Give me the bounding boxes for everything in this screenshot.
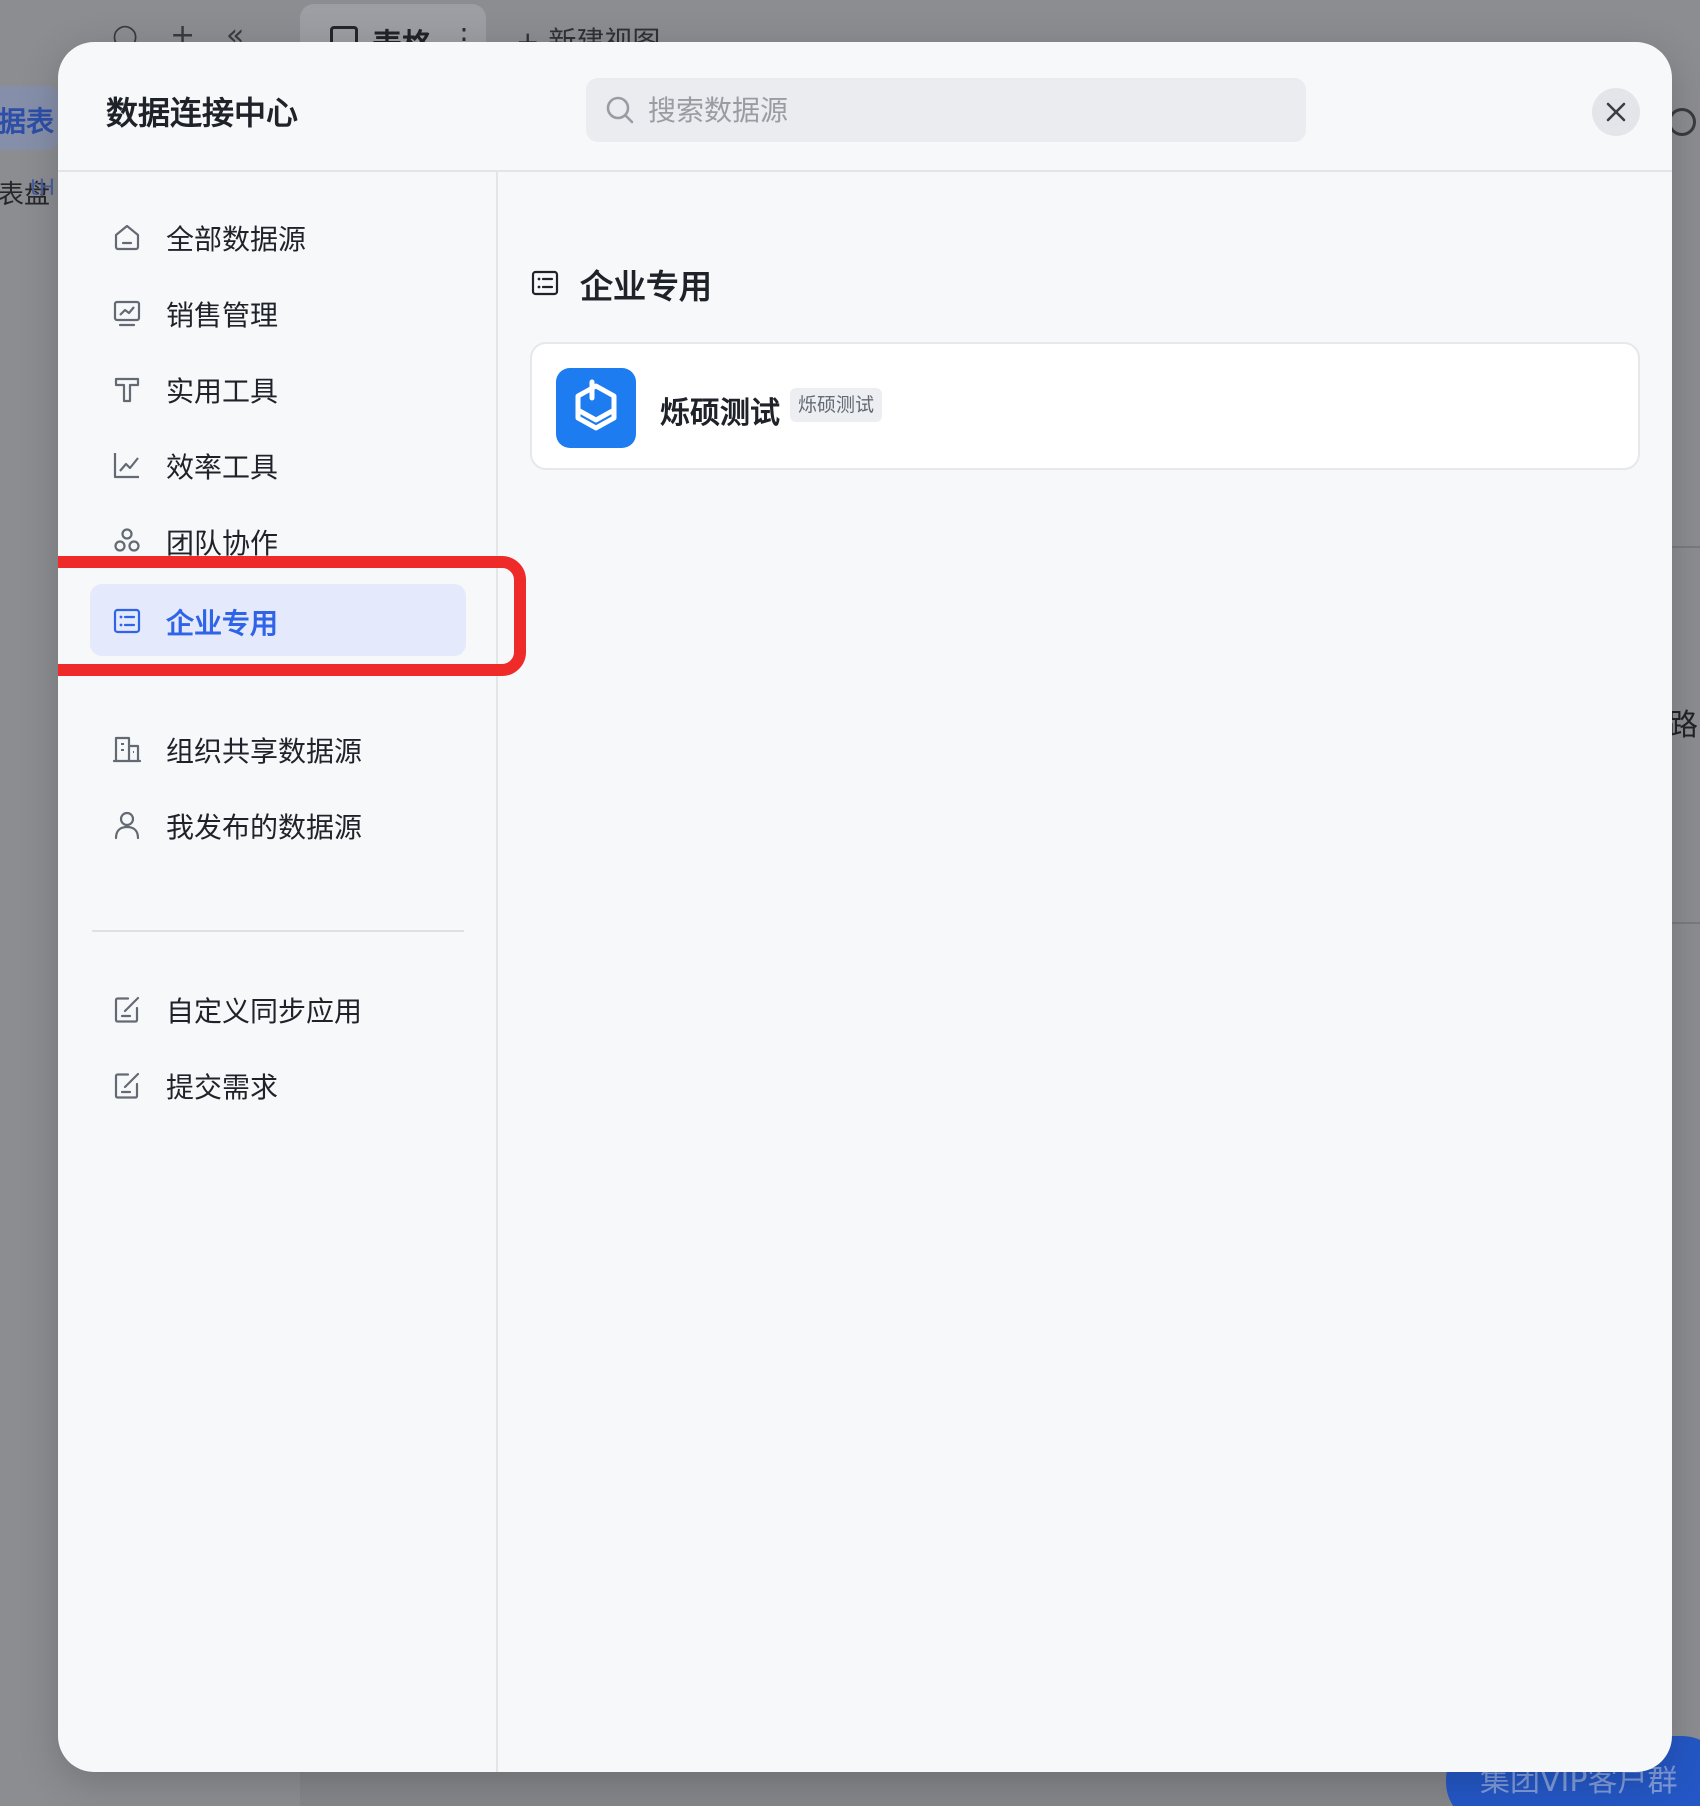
sidebar-item-label: 企业专用 — [166, 607, 279, 640]
data-source-card[interactable]: 烁硕测试 烁硕测试 — [530, 342, 1640, 470]
sidebar-item-sales[interactable]: 销售管理 — [90, 276, 466, 348]
sidebar-item-org-shared[interactable]: 组织共享数据源 — [90, 712, 466, 784]
background-bottom — [300, 1772, 1450, 1806]
background-right-text: 路 — [1668, 708, 1698, 743]
sidebar-item-submit-request[interactable]: 提交需求 — [90, 1048, 466, 1120]
background-toolbar: ○ + « — [0, 0, 1700, 53]
sidebar-item-efficiency[interactable]: 效率工具 — [90, 428, 466, 500]
sidebar-item-label: 团队协作 — [166, 527, 279, 560]
sidebar-item-label: 自定义同步应用 — [166, 995, 363, 1028]
sidebar-item-team[interactable]: 团队协作 — [90, 504, 466, 576]
edit-icon — [114, 996, 140, 1023]
modal-title: 数据连接中心 — [106, 94, 299, 132]
modal-header: 数据连接中心 — [58, 42, 1672, 172]
team-icon — [114, 528, 140, 552]
card-tag: 烁硕测试 — [790, 388, 883, 422]
list-icon — [113, 608, 141, 634]
sidebar-item-my-published[interactable]: 我发布的数据源 — [90, 788, 466, 860]
section-title: 企业专用 — [580, 267, 712, 306]
sidebar-item-label: 实用工具 — [166, 375, 279, 408]
divider — [1672, 922, 1700, 924]
sidebar-item-label: 组织共享数据源 — [166, 735, 363, 768]
divider — [1672, 546, 1700, 548]
data-connection-modal: 数据连接中心 全部数据源 — [58, 42, 1672, 1772]
sidebar-item-utilities[interactable]: 实用工具 — [90, 352, 466, 424]
search-box[interactable] — [586, 78, 1306, 142]
close-button[interactable] — [1592, 88, 1640, 136]
sidebar-item-all-sources[interactable]: 全部数据源 — [90, 200, 466, 272]
sidebar-item-label: 提交需求 — [166, 1071, 279, 1104]
sidebar-item-label: 我发布的数据源 — [166, 811, 363, 844]
sidebar: 全部数据源 销售管理 实用工具 效率工具 团队协作 企业专用 组织共享数据源 我… — [58, 172, 498, 1772]
sidebar-item-label: 效率工具 — [166, 451, 279, 484]
chart-screen-icon — [113, 300, 141, 327]
background-left-item: 据表 — [0, 105, 55, 138]
list-icon — [531, 270, 559, 296]
sidebar-item-custom-sync[interactable]: 自定义同步应用 — [90, 972, 466, 1044]
search-input[interactable] — [648, 78, 1288, 142]
sidebar-divider — [92, 930, 464, 932]
edit-icon — [114, 1072, 140, 1099]
sidebar-item-label: 销售管理 — [166, 299, 279, 332]
search-icon — [606, 96, 634, 124]
building-icon — [112, 736, 142, 763]
card-title: 烁硕测试 — [660, 396, 780, 431]
sidebar-item-label: 全部数据源 — [166, 223, 307, 256]
home-icon — [114, 224, 140, 251]
background-left-item-extra: tH — [30, 176, 56, 201]
sidebar-item-enterprise[interactable]: 企业专用 — [90, 584, 466, 656]
main-content: 企业专用 烁硕测试 烁硕测试 — [500, 172, 1672, 1772]
close-icon — [1606, 102, 1626, 122]
app-logo — [556, 368, 636, 448]
hammer-icon — [114, 377, 140, 403]
line-chart-icon — [113, 453, 139, 479]
cube-logo-icon — [575, 379, 617, 431]
filter-icon — [1668, 108, 1696, 136]
user-icon — [114, 811, 140, 840]
